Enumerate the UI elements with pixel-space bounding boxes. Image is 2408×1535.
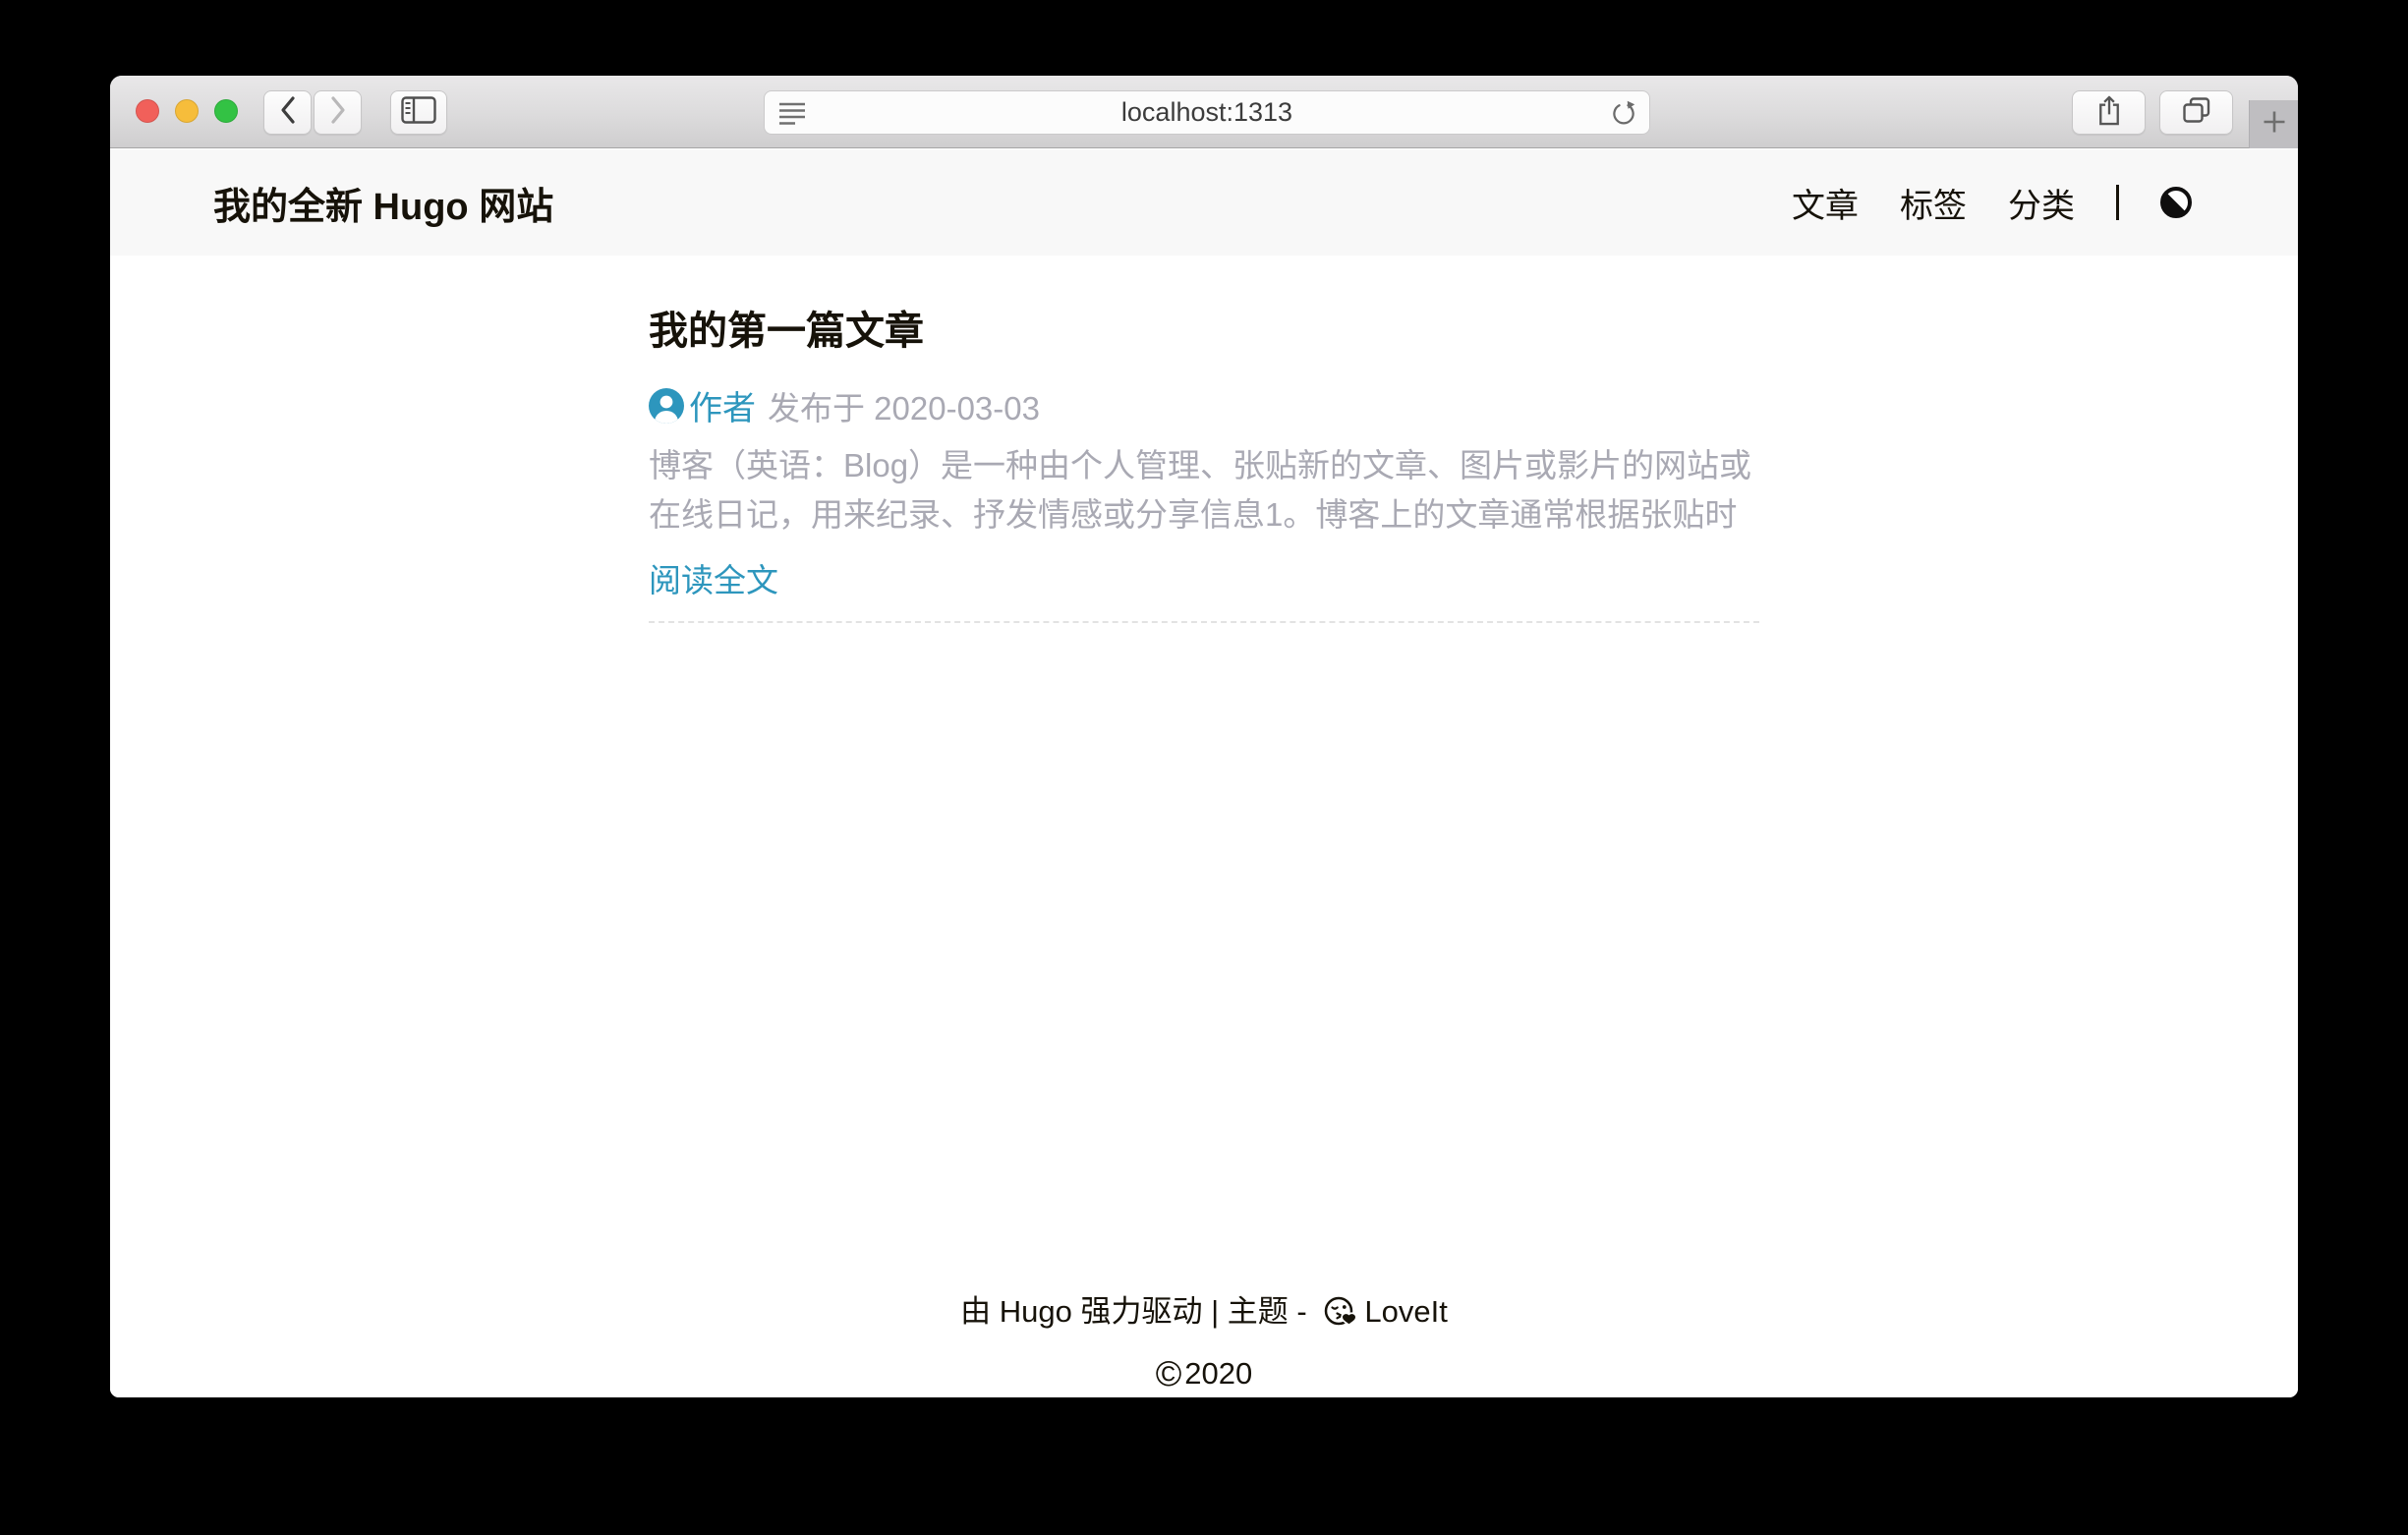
post-divider (649, 621, 1759, 623)
tabs-overview-icon (2182, 96, 2211, 129)
site-header: 我的全新 Hugo 网站 文章 标签 分类 (110, 149, 2298, 256)
reader-view-icon[interactable] (778, 101, 806, 134)
sidebar-toggle-button[interactable] (390, 90, 447, 135)
site-title-link[interactable]: 我的全新 Hugo 网站 (213, 176, 553, 230)
nav-item-categories[interactable]: 分类 (2008, 179, 2075, 227)
nav-item-tags[interactable]: 标签 (1900, 179, 1967, 227)
site-footer: 由 Hugo 强力驱动 | 主题 - LoveIt ©2020 (110, 1294, 2298, 1392)
publish-date: 发布于 2020-03-03 (768, 382, 1040, 429)
minimize-window-button[interactable] (175, 99, 199, 123)
nav-item-posts[interactable]: 文章 (1792, 179, 1859, 227)
sidebar-icon (401, 96, 436, 129)
copyright-year: 2020 (1184, 1356, 1252, 1391)
share-icon (2095, 94, 2123, 132)
kiss-face-icon (1323, 1294, 1358, 1337)
author-link[interactable]: 作者 (689, 381, 756, 429)
theme-toggle-icon[interactable] (2160, 187, 2192, 218)
post-excerpt: 博客（英语：Blog）是一种由个人管理、张贴新的文章、图片或影片的网站或在线日记… (649, 441, 1759, 540)
post-title-link[interactable]: 我的第一篇文章 (649, 310, 1759, 353)
post-summary: 我的第一篇文章 作者 发布于 2020-03-03 (649, 256, 1759, 623)
share-button[interactable] (2072, 90, 2146, 135)
read-more-link[interactable]: 阅读全文 (649, 561, 778, 600)
nav-divider (2116, 185, 2119, 220)
footer-prefix: 由 (960, 1294, 1000, 1329)
url-text: localhost:1313 (1121, 97, 1292, 128)
close-window-button[interactable] (136, 99, 159, 123)
safari-window: localhost:1313 (110, 76, 2298, 1397)
desktop-background: localhost:1313 (0, 0, 2408, 1535)
url-field[interactable]: localhost:1313 (764, 90, 1650, 135)
copyright-icon: © (1156, 1353, 1182, 1393)
browser-toolbar: localhost:1313 (110, 76, 2298, 148)
forward-button[interactable] (314, 90, 362, 135)
footer-powered-by: 由 Hugo 强力驱动 | 主题 - LoveIt (110, 1294, 2298, 1337)
zoom-window-button[interactable] (214, 99, 238, 123)
new-tab-icon (2262, 109, 2287, 140)
post-meta: 作者 发布于 2020-03-03 (649, 381, 1759, 429)
forward-icon (329, 95, 347, 130)
theme-link[interactable]: LoveIt (1364, 1294, 1447, 1329)
show-all-tabs-button[interactable] (2159, 90, 2233, 135)
footer-middle: 强力驱动 | 主题 - (1072, 1294, 1315, 1329)
hugo-link[interactable]: Hugo (1000, 1294, 1072, 1329)
page-content: 我的第一篇文章 作者 发布于 2020-03-03 (110, 256, 2298, 1397)
back-icon (279, 95, 297, 130)
window-controls (136, 99, 238, 123)
back-button[interactable] (263, 90, 312, 135)
user-avatar-icon (649, 388, 684, 424)
footer-copyright: ©2020 (110, 1356, 2298, 1392)
new-tab-button[interactable] (2249, 100, 2298, 148)
site-nav: 文章 标签 分类 (1792, 179, 2192, 227)
reload-icon[interactable] (1610, 100, 1637, 135)
